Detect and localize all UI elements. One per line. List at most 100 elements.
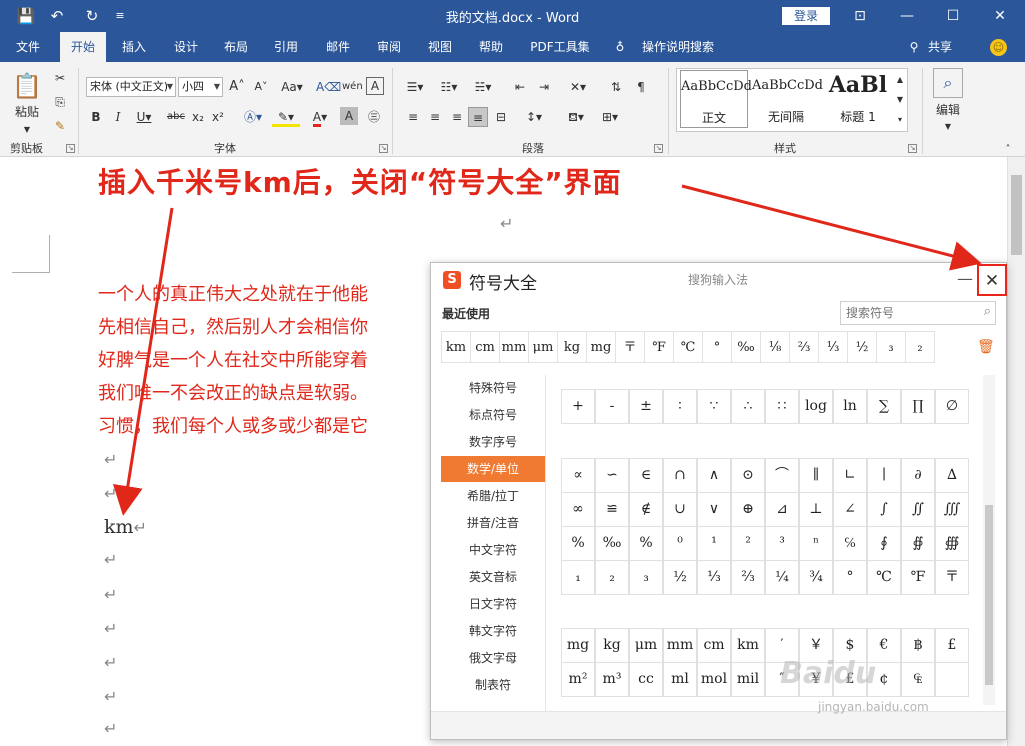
- category-item[interactable]: 中文字符: [441, 537, 545, 563]
- symbol-cell[interactable]: ∰: [935, 526, 969, 561]
- find-search-icon[interactable]: ⌕: [933, 68, 963, 98]
- editing-dropdown-icon[interactable]: ▼: [940, 117, 956, 137]
- shading-icon[interactable]: ⛾▾: [562, 107, 590, 127]
- ribbon-display-icon[interactable]: ⊡: [845, 4, 875, 28]
- symbol-cell[interactable]: ¹: [697, 526, 731, 561]
- symbol-cell[interactable]: ⁿ: [799, 526, 833, 561]
- category-item[interactable]: 韩文字符: [441, 618, 545, 644]
- symbol-cell[interactable]: +: [561, 389, 595, 424]
- shrink-font-icon[interactable]: A˅: [252, 77, 270, 97]
- dialog-minimize-icon[interactable]: —: [957, 269, 973, 288]
- maximize-icon[interactable]: ☐: [938, 4, 968, 28]
- symbol-cell[interactable]: ℃: [867, 560, 901, 595]
- symbol-cell[interactable]: ∈: [629, 458, 663, 493]
- symbol-cell[interactable]: ∥: [799, 458, 833, 493]
- grow-font-icon[interactable]: A˄: [228, 77, 246, 97]
- strikethrough-icon[interactable]: abc: [164, 107, 188, 127]
- tab-pdf-tools[interactable]: PDF工具集: [524, 32, 596, 62]
- symbol-cell[interactable]: ∪: [663, 492, 697, 527]
- dialog-title-bar[interactable]: S 符号大全 搜狗输入法 — ✕: [431, 263, 1007, 297]
- dialog-close-icon[interactable]: ✕: [977, 264, 1007, 296]
- highlight-color-icon[interactable]: ✎▾: [272, 107, 300, 127]
- tab-insert[interactable]: 插入: [114, 32, 154, 62]
- character-shading-icon[interactable]: A: [340, 107, 358, 125]
- recent-symbol[interactable]: μm: [528, 331, 558, 363]
- symbol-cell[interactable]: mm: [663, 628, 697, 663]
- share-button[interactable]: 共享: [928, 32, 952, 62]
- paragraph-launcher-icon[interactable]: ↘: [654, 144, 663, 153]
- symbol-cell[interactable]: ∅: [935, 389, 969, 424]
- document-scrollbar[interactable]: [1007, 157, 1025, 746]
- underline-icon[interactable]: U▾: [132, 107, 156, 127]
- symbol-cell[interactable]: m²: [561, 662, 595, 697]
- recent-symbol[interactable]: cm: [470, 331, 500, 363]
- symbol-cell[interactable]: ∠: [833, 492, 867, 527]
- justify-icon[interactable]: ≡: [468, 107, 488, 127]
- search-icon[interactable]: ⌕: [984, 304, 991, 319]
- symbol-cell[interactable]: cc: [629, 662, 663, 697]
- tab-view[interactable]: 视图: [420, 32, 460, 62]
- category-item[interactable]: 拼音/注音: [441, 510, 545, 536]
- symbol-cell[interactable]: ∬: [901, 492, 935, 527]
- recent-symbol[interactable]: ½: [847, 331, 877, 363]
- symbol-cell[interactable]: ∫: [867, 492, 901, 527]
- font-name-select[interactable]: 宋体 (中文正文) ▼: [86, 77, 176, 97]
- category-item[interactable]: 希腊/拉丁: [441, 483, 545, 509]
- symbol-cell[interactable]: ⊕: [731, 492, 765, 527]
- subscript-icon[interactable]: x₂: [190, 107, 206, 127]
- tab-home[interactable]: 开始: [60, 32, 106, 62]
- category-item[interactable]: 特殊符号: [441, 375, 545, 401]
- category-item[interactable]: 俄文字母: [441, 645, 545, 671]
- tab-review[interactable]: 审阅: [369, 32, 409, 62]
- close-window-icon[interactable]: ✕: [985, 4, 1015, 28]
- login-button[interactable]: 登录: [782, 7, 830, 25]
- symbol-cell[interactable]: ³: [765, 526, 799, 561]
- recent-symbol[interactable]: ₂: [905, 331, 935, 363]
- category-item[interactable]: 日文字符: [441, 591, 545, 617]
- symbol-cell[interactable]: ∧: [697, 458, 731, 493]
- symbol-cell[interactable]: ⌒: [765, 458, 799, 493]
- feedback-smiley-icon[interactable]: ☺: [990, 39, 1007, 56]
- tab-help[interactable]: 帮助: [471, 32, 511, 62]
- symbol-cell[interactable]: ℅: [833, 526, 867, 561]
- symbol-cell[interactable]: ∵: [697, 389, 731, 424]
- symbol-cell[interactable]: ∷: [765, 389, 799, 424]
- decrease-indent-icon[interactable]: ⇤: [510, 77, 530, 97]
- trash-icon[interactable]: 🗑: [977, 339, 995, 355]
- symbol-cell[interactable]: ∽: [595, 458, 629, 493]
- symbol-cell[interactable]: ∭: [935, 492, 969, 527]
- font-launcher-icon[interactable]: ↘: [379, 144, 388, 153]
- symbol-cell[interactable]: ∏: [901, 389, 935, 424]
- symbol-cell[interactable]: ±: [629, 389, 663, 424]
- symbol-cell[interactable]: ∨: [697, 492, 731, 527]
- symbol-cell[interactable]: ℉: [901, 560, 935, 595]
- recent-symbol[interactable]: ℃: [673, 331, 703, 363]
- symbol-cell[interactable]: mg: [561, 628, 595, 663]
- enclose-characters-icon[interactable]: ㊂: [364, 107, 384, 127]
- symbol-cell[interactable]: mol: [697, 662, 731, 697]
- styles-more-icon[interactable]: ▾: [894, 110, 906, 130]
- symbol-cell[interactable]: ∉: [629, 492, 663, 527]
- symbol-cell[interactable]: ∣: [867, 458, 901, 493]
- recent-symbol[interactable]: km: [441, 331, 471, 363]
- symbol-cell[interactable]: ⊙: [731, 458, 765, 493]
- symbol-cell[interactable]: ₂: [595, 560, 629, 595]
- recent-symbol[interactable]: ₃: [876, 331, 906, 363]
- symbol-cell[interactable]: ≌: [595, 492, 629, 527]
- symbol-cell[interactable]: kg: [595, 628, 629, 663]
- symbol-cell[interactable]: ∞: [561, 492, 595, 527]
- tab-mailings[interactable]: 邮件: [318, 32, 358, 62]
- align-left-icon[interactable]: ≡: [404, 107, 422, 127]
- recent-symbol[interactable]: ⅛: [760, 331, 790, 363]
- symbol-cell[interactable]: ¾: [799, 560, 833, 595]
- tab-design[interactable]: 设计: [166, 32, 206, 62]
- copy-icon[interactable]: ⎘: [50, 92, 70, 112]
- symbol-cell[interactable]: m³: [595, 662, 629, 697]
- styles-scroll-up-icon[interactable]: ▲: [894, 70, 906, 90]
- symbol-cell[interactable]: ²: [731, 526, 765, 561]
- symbol-cell[interactable]: ∑: [867, 389, 901, 424]
- symbol-cell[interactable]: ⊿: [765, 492, 799, 527]
- paste-button[interactable]: 粘贴: [10, 102, 44, 122]
- align-right-icon[interactable]: ≡: [448, 107, 466, 127]
- character-border-icon[interactable]: A: [366, 77, 384, 95]
